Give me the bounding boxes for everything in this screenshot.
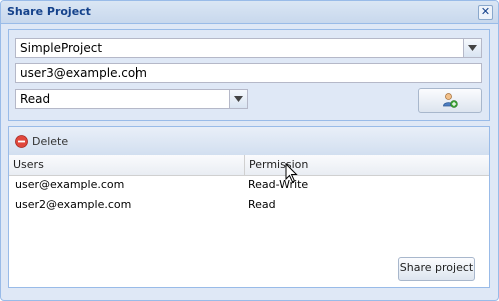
permission-select-value: Read bbox=[20, 92, 51, 106]
close-button[interactable]: ✕ bbox=[478, 5, 493, 20]
cell-user: user@example.com bbox=[15, 178, 125, 191]
project-select-value: SimpleProject bbox=[20, 41, 103, 55]
delete-button-label: Delete bbox=[32, 134, 69, 148]
table-row[interactable]: user@example.com Read-Write bbox=[9, 175, 489, 195]
add-user-icon bbox=[443, 93, 458, 108]
project-select-trigger[interactable] bbox=[463, 39, 481, 57]
share-project-button[interactable]: Share project bbox=[398, 257, 475, 281]
table-row[interactable]: user2@example.com Read bbox=[9, 195, 489, 215]
grid-header: Users Permission bbox=[9, 155, 489, 176]
column-header-permission[interactable]: Permission bbox=[245, 155, 489, 175]
project-select[interactable]: SimpleProject bbox=[15, 38, 482, 58]
grid-toolbar: Delete bbox=[9, 127, 489, 156]
sharing-grid: Delete Users Permission user@example.com… bbox=[8, 126, 490, 288]
cell-permission: Read bbox=[248, 198, 276, 211]
email-field-value: user3@example.com bbox=[20, 66, 147, 80]
delete-button[interactable]: Delete bbox=[15, 133, 68, 149]
dialog-body: SimpleProject user3@example.com Read Del… bbox=[8, 29, 490, 293]
chevron-down-icon bbox=[468, 45, 477, 51]
chevron-down-icon bbox=[234, 96, 243, 102]
text-caret bbox=[136, 67, 137, 79]
email-field[interactable]: user3@example.com bbox=[15, 63, 482, 83]
cell-permission: Read-Write bbox=[248, 178, 309, 191]
add-user-button[interactable] bbox=[418, 88, 482, 113]
permission-select[interactable]: Read bbox=[15, 89, 248, 109]
permission-select-trigger[interactable] bbox=[229, 90, 247, 108]
mouse-cursor-icon bbox=[285, 163, 298, 183]
column-header-users[interactable]: Users bbox=[9, 155, 245, 175]
dialog-title: Share Project bbox=[7, 5, 91, 18]
cell-user: user2@example.com bbox=[15, 198, 132, 211]
minus-circle-icon bbox=[15, 134, 28, 148]
close-icon: ✕ bbox=[480, 5, 491, 18]
share-project-dialog: Share Project ✕ SimpleProject user3@exam… bbox=[0, 0, 499, 301]
dialog-titlebar[interactable]: Share Project ✕ bbox=[1, 1, 498, 24]
share-form-panel: SimpleProject user3@example.com Read bbox=[8, 29, 490, 121]
